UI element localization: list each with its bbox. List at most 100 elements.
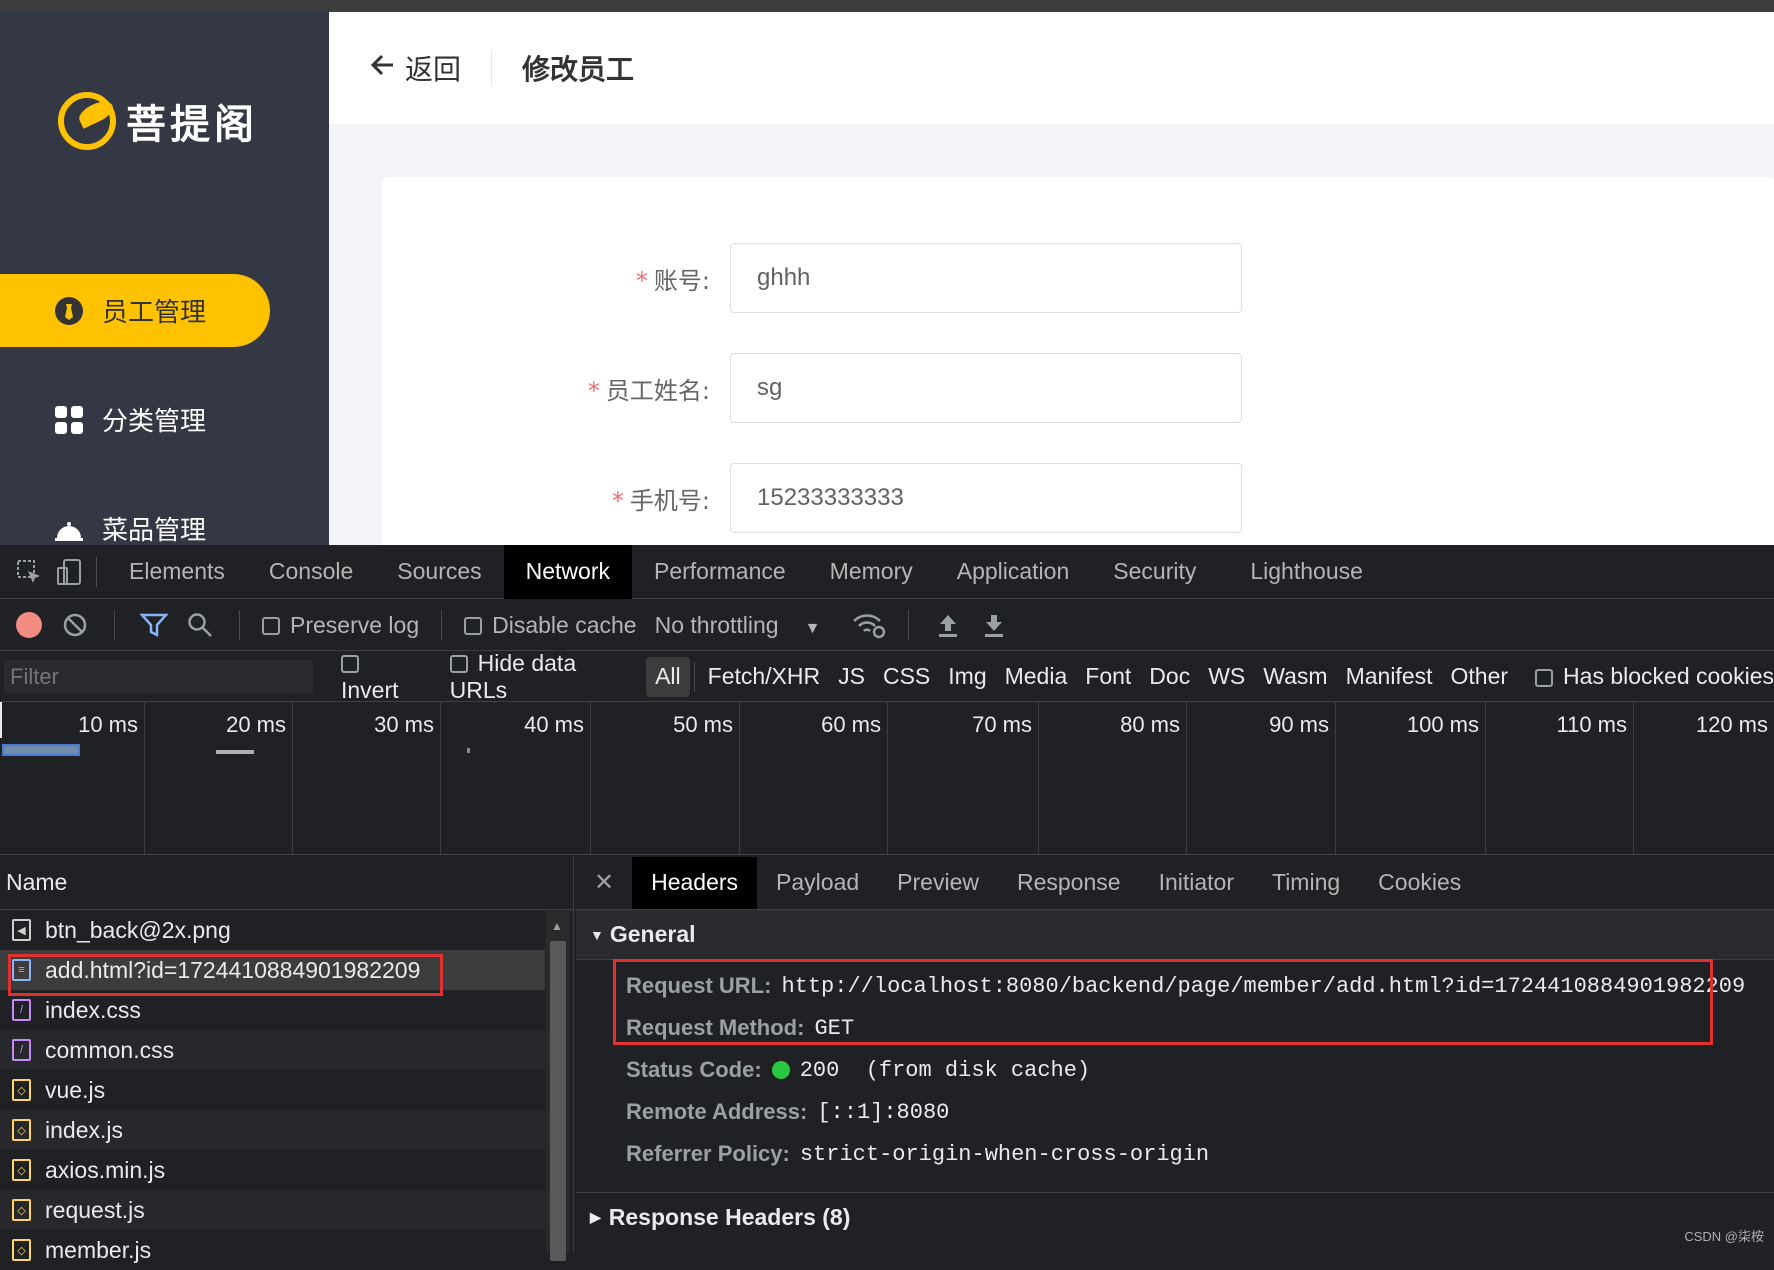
toolbar-separator: [693, 661, 695, 692]
filter-type-manifest[interactable]: Manifest: [1337, 657, 1442, 697]
close-icon[interactable]: ✕: [576, 868, 632, 897]
filter-type-css[interactable]: CSS: [874, 657, 939, 697]
clear-icon[interactable]: [58, 608, 92, 642]
triangle-down-icon: ▼: [590, 926, 604, 943]
tab-elements[interactable]: Elements: [107, 545, 247, 599]
device-toggle-icon[interactable]: [52, 555, 86, 589]
tab-network[interactable]: Network: [503, 544, 632, 599]
watermark: CSDN @柒桉: [1684, 1229, 1764, 1244]
record-button[interactable]: [12, 608, 46, 642]
tab-initiator[interactable]: Initiator: [1140, 857, 1253, 909]
request-row[interactable]: / index.css: [0, 990, 545, 1030]
filter-type-fetch[interactable]: Fetch/XHR: [699, 657, 829, 697]
request-row[interactable]: ◇ index.js: [0, 1110, 545, 1150]
throttling-select[interactable]: No throttling ▼: [655, 612, 821, 639]
network-overview-timeline: 10 ms 20 ms 30 ms 40 ms 50 ms 60 ms 70 m…: [0, 702, 1774, 855]
search-icon[interactable]: [183, 608, 217, 642]
timeline-tick: 10 ms: [0, 702, 145, 855]
filter-type-img[interactable]: Img: [939, 657, 995, 697]
request-row[interactable]: ◇ vue.js: [0, 1070, 545, 1110]
phone-input[interactable]: [730, 463, 1242, 533]
network-conditions-icon[interactable]: [852, 608, 886, 642]
sidebar-item-label: 员工管理: [102, 298, 207, 328]
tab-console[interactable]: Console: [247, 545, 375, 599]
request-row[interactable]: / common.css: [0, 1030, 545, 1070]
invert-checkbox[interactable]: Invert: [340, 650, 426, 704]
timeline-bar: [216, 750, 254, 754]
checkbox-icon: [262, 617, 280, 636]
filter-type-wasm[interactable]: Wasm: [1254, 657, 1336, 697]
employee-form: *账号: *员工姓名: *手机号:: [382, 177, 1774, 545]
filter-type-all[interactable]: All: [646, 656, 690, 697]
export-har-icon[interactable]: [977, 608, 1011, 642]
request-row[interactable]: ◇ axios.min.js: [0, 1150, 545, 1190]
has-blocked-cookies-checkbox[interactable]: Has blocked cookies: [1535, 663, 1774, 690]
account-input[interactable]: [730, 243, 1242, 313]
request-list-scrollbar[interactable]: ▲: [546, 911, 570, 1261]
filter-input[interactable]: [4, 659, 313, 694]
request-row[interactable]: ◇ request.js: [0, 1190, 545, 1230]
phone-label: * 手机号:: [611, 486, 710, 515]
status-code-value[interactable]: 200 (from disk cache): [800, 1058, 1090, 1083]
disable-cache-checkbox[interactable]: Disable cache: [464, 612, 637, 639]
account-label: * 账号:: [635, 266, 710, 295]
tab-headers[interactable]: Headers: [632, 856, 758, 909]
general-section-header[interactable]: ▼ General: [576, 910, 1774, 960]
filter-type-other[interactable]: Other: [1442, 657, 1518, 697]
remote-address-value[interactable]: [::1]:8080: [817, 1100, 949, 1125]
name-input[interactable]: [730, 353, 1242, 423]
request-row[interactable]: ◇ member.js: [0, 1230, 545, 1270]
tab-cookies[interactable]: Cookies: [1359, 857, 1480, 909]
tab-payload[interactable]: Payload: [757, 857, 878, 909]
timeline-tick: 90 ms: [1187, 702, 1336, 855]
tab-response[interactable]: Response: [998, 857, 1140, 909]
filter-type-doc[interactable]: Doc: [1140, 657, 1199, 697]
tab-performance[interactable]: Performance: [632, 545, 808, 599]
sidebar-item-employee[interactable]: 员工管理: [0, 274, 270, 347]
sidebar-item-dish[interactable]: 菜品管理: [0, 492, 270, 545]
timeline-tick: 30 ms: [293, 702, 441, 855]
detail-tab-bar: ✕ Headers Payload Preview Response Initi…: [576, 856, 1774, 910]
tab-memory[interactable]: Memory: [808, 545, 935, 599]
preserve-log-checkbox[interactable]: Preserve log: [262, 612, 419, 639]
css-file-icon: /: [12, 1039, 31, 1061]
brand-logo: 菩提阁: [58, 92, 258, 150]
employee-icon: [54, 296, 84, 326]
highlight-box: [613, 959, 1713, 1045]
scrollbar-thumb[interactable]: [550, 941, 566, 1261]
page-title: 修改员工: [522, 53, 635, 86]
filter-type-media[interactable]: Media: [996, 657, 1077, 697]
filter-type-js[interactable]: JS: [829, 657, 874, 697]
image-file-icon: ◀: [12, 919, 31, 941]
hide-data-urls-checkbox[interactable]: Hide data URLs: [449, 650, 638, 704]
request-list: Name ◀ btn_back@2x.png ≡ add.html?id=172…: [0, 856, 574, 1263]
filter-type-ws[interactable]: WS: [1199, 657, 1254, 697]
back-button[interactable]: 返回: [369, 48, 461, 88]
checkbox-icon: [340, 655, 359, 674]
scroll-up-icon[interactable]: ▲: [551, 919, 563, 933]
timeline-tick: 110 ms: [1486, 702, 1634, 855]
import-har-icon[interactable]: [931, 608, 965, 642]
response-headers-section-header[interactable]: ▶ Response Headers (8): [576, 1192, 1774, 1242]
timeline-tick: 70 ms: [888, 702, 1039, 855]
inspect-element-icon[interactable]: [12, 555, 46, 589]
tab-application[interactable]: Application: [935, 545, 1092, 599]
filter-type-font[interactable]: Font: [1076, 657, 1140, 697]
record-icon: [16, 612, 42, 638]
devtools-tab-bar: Elements Console Sources Network Perform…: [0, 544, 1774, 599]
tab-security[interactable]: Security: [1091, 545, 1218, 599]
tab-sources[interactable]: Sources: [375, 545, 503, 599]
window-top-bar: [0, 0, 1774, 12]
referrer-policy-value[interactable]: strict-origin-when-cross-origin: [800, 1142, 1209, 1167]
request-detail-panel: ✕ Headers Payload Preview Response Initi…: [576, 856, 1774, 1253]
devtools-panel: Elements Console Sources Network Perform…: [0, 544, 1774, 1263]
referrer-policy-row: Referrer Policy: strict-origin-when-cros…: [626, 1141, 1210, 1167]
name-column-header[interactable]: Name: [0, 856, 573, 910]
toolbar-separator: [114, 610, 115, 640]
tab-lighthouse[interactable]: Lighthouse: [1228, 545, 1385, 599]
request-row[interactable]: ◀ btn_back@2x.png: [0, 910, 545, 950]
tab-preview[interactable]: Preview: [878, 857, 998, 909]
filter-funnel-icon[interactable]: [137, 608, 171, 642]
tab-timing[interactable]: Timing: [1253, 857, 1359, 909]
sidebar-item-category[interactable]: 分类管理: [0, 383, 270, 456]
